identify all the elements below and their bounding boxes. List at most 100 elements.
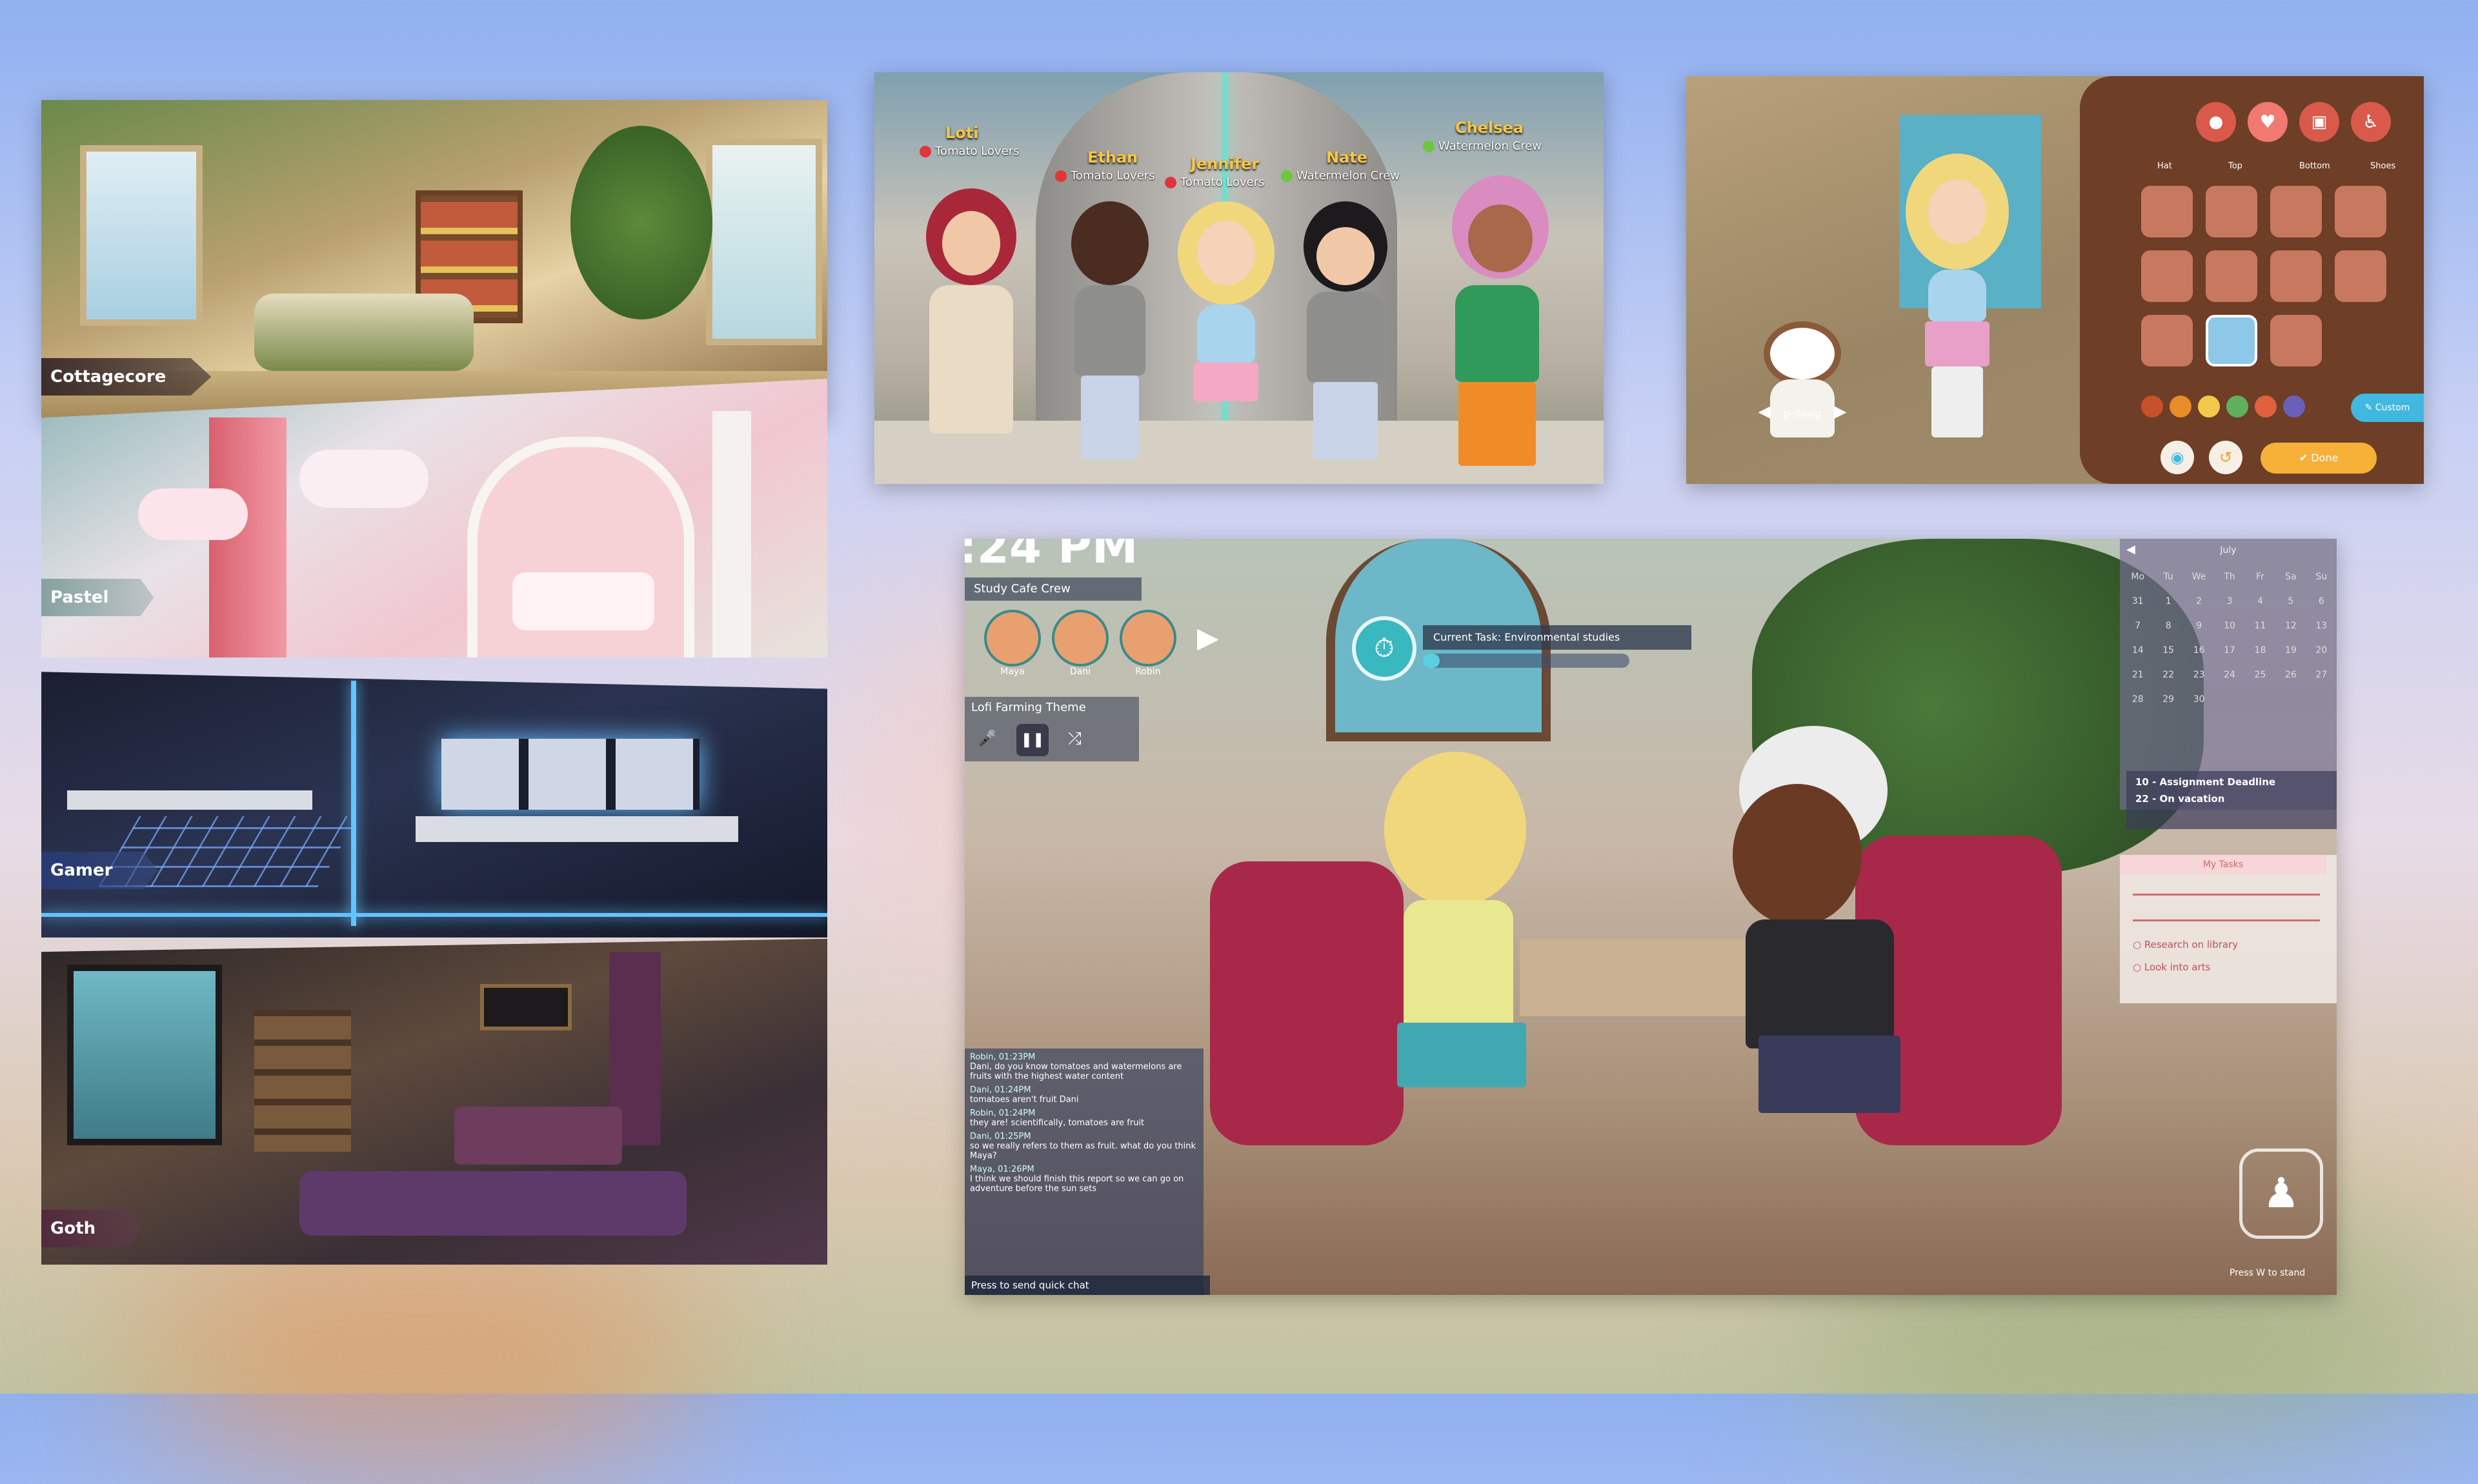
- color-swatch[interactable]: [2283, 396, 2305, 417]
- reset-button[interactable]: ↺: [2209, 441, 2242, 474]
- chat-panel: Robin, 01:23PM Dani, do you know tomatoes…: [965, 1048, 1204, 1295]
- hat-icon[interactable]: ●: [2196, 102, 2236, 142]
- task-item[interactable]: ○ Research on library: [2133, 939, 2238, 950]
- crew-avatar[interactable]: [1052, 610, 1109, 667]
- crew-avatar[interactable]: [1120, 610, 1176, 667]
- custom-button[interactable]: ✎ Custom: [2351, 394, 2424, 422]
- chat-hint: to send quick chat: [1000, 1279, 1089, 1291]
- stand-icon[interactable]: ♟: [2239, 1148, 2323, 1239]
- calendar-week: 31 1 2 3 4 5 6: [2131, 596, 2324, 607]
- next-pet-button[interactable]: ▶: [1834, 402, 1847, 421]
- calendar-weekdays: Mo Tu We Th Fr Sa Su: [2131, 572, 2328, 582]
- member-team: Tomato Lovers: [920, 145, 1020, 158]
- color-swatch[interactable]: [2198, 396, 2220, 417]
- clothing-item[interactable]: [2335, 186, 2386, 237]
- clothing-item[interactable]: [2141, 250, 2193, 302]
- task-timer: ⏱ Current Task: Environmental studies: [1352, 616, 1691, 687]
- chat-key: Press: [971, 1279, 997, 1291]
- tab-shoes[interactable]: Shoes: [2370, 161, 2395, 171]
- crew-avatar-name: Robin: [1135, 667, 1161, 677]
- avatar-chelsea[interactable]: [1436, 175, 1558, 472]
- moon-art: [480, 984, 572, 1030]
- pet-name: p-dawg: [1783, 407, 1822, 419]
- cloud-lamp: [299, 450, 428, 508]
- member-name: Loti: [945, 124, 979, 142]
- plant: [570, 126, 712, 319]
- color-swatch[interactable]: [2255, 396, 2277, 417]
- member-team: Watermelon Crew: [1423, 139, 1542, 153]
- pause-button[interactable]: ❚❚: [1016, 724, 1049, 756]
- avatar-loti[interactable]: [913, 182, 1029, 466]
- room-goth[interactable]: Goth: [41, 939, 827, 1265]
- team-dot: [920, 146, 931, 157]
- room-label: Gamer: [41, 852, 158, 889]
- accessibility-icon[interactable]: ♿: [2351, 102, 2391, 142]
- clothing-item[interactable]: [2335, 250, 2386, 302]
- desk: [416, 816, 738, 842]
- room-pastel[interactable]: Pastel: [41, 379, 827, 657]
- chat-message: Robin, 01:24PM they are! scientifically, …: [970, 1108, 1198, 1128]
- avatar-robin[interactable]: [1720, 726, 1933, 1126]
- prev-pet-button[interactable]: ◀: [1758, 402, 1771, 421]
- color-swatch[interactable]: [2141, 396, 2163, 417]
- tasks-title: My Tasks: [2120, 855, 2326, 874]
- music-title: Lofi Farming Theme: [971, 701, 1086, 714]
- avatar-preview[interactable]: [1893, 154, 2022, 450]
- randomize-button[interactable]: ◉: [2161, 441, 2194, 474]
- chat-text: I think we should finish this report so …: [970, 1174, 1184, 1194]
- room-cottagecore[interactable]: Cottagecore: [41, 100, 827, 419]
- timer-icon[interactable]: ⏱: [1352, 616, 1416, 681]
- done-button[interactable]: ✔ Done: [2261, 443, 2377, 474]
- mic-icon[interactable]: 🎤: [978, 729, 997, 747]
- clothing-item[interactable]: [2270, 186, 2322, 237]
- tasks-panel: My Tasks ○ Research on library ○ Look in…: [2120, 855, 2337, 1003]
- category-icons: ● ♥ ▣ ♿: [2196, 102, 2415, 147]
- team-dot: [1165, 177, 1176, 188]
- calendar-month: July: [2220, 545, 2237, 556]
- member-name: Jennifer: [1191, 155, 1260, 173]
- tab-top[interactable]: Top: [2228, 161, 2242, 171]
- crew-avatar[interactable]: [984, 610, 1041, 667]
- clothing-item[interactable]: [2141, 186, 2193, 237]
- clothing-item[interactable]: [2141, 315, 2193, 366]
- completed-task: [2133, 894, 2320, 896]
- calendar-event[interactable]: 22 - On vacation: [2135, 793, 2328, 805]
- clothing-item-selected[interactable]: [2206, 315, 2257, 366]
- clothing-item[interactable]: [2270, 315, 2322, 366]
- avatar-nate[interactable]: [1294, 201, 1397, 472]
- pillar: [712, 411, 751, 657]
- task-item[interactable]: ○ Look into arts: [2133, 961, 2210, 973]
- tab-bottom[interactable]: Bottom: [2299, 161, 2330, 171]
- clothing-item[interactable]: [2206, 186, 2257, 237]
- room-gamer[interactable]: Gamer: [41, 672, 827, 938]
- color-swatch[interactable]: [2226, 396, 2248, 417]
- clock: :24 PM: [965, 539, 1138, 574]
- rug: [299, 1171, 687, 1236]
- heart-icon[interactable]: ♥: [2248, 102, 2288, 142]
- clothing-item-empty[interactable]: [2335, 315, 2386, 366]
- clothing-item[interactable]: [2206, 250, 2257, 302]
- chat-input-hint[interactable]: Press to send quick chat: [965, 1276, 1210, 1295]
- bag-icon[interactable]: ▣: [2299, 102, 2339, 142]
- clothing-item[interactable]: [2270, 250, 2322, 302]
- tab-hat[interactable]: Hat: [2157, 161, 2172, 171]
- music-player: Lofi Farming Theme 🎤 ❚❚ ⤮: [965, 697, 1139, 761]
- avatar-jennifer[interactable]: [1171, 201, 1281, 472]
- next-arrow-icon[interactable]: ▶: [1197, 621, 1219, 654]
- team-dot: [1055, 170, 1067, 182]
- chat-time: Dani, 01:24PM: [970, 1085, 1031, 1095]
- member-name: Chelsea: [1455, 119, 1524, 137]
- color-swatch[interactable]: [2170, 396, 2191, 417]
- avatar-ethan[interactable]: [1062, 201, 1158, 472]
- chat-time: Robin, 01:23PM: [970, 1052, 1036, 1062]
- avatar-maya[interactable]: [1358, 752, 1552, 1113]
- calendar-event[interactable]: 10 - Assignment Deadline: [2135, 776, 2328, 788]
- desk: [67, 790, 312, 810]
- chat-text: tomatoes aren't fruit Dani: [970, 1095, 1079, 1105]
- chat-message: Maya, 01:26PM I think we should finish th…: [970, 1165, 1198, 1194]
- chat-text: so we really refers to them as fruit. wh…: [970, 1141, 1196, 1161]
- crew-label: Study Cafe Crew: [965, 577, 1142, 601]
- shuffle-icon[interactable]: ⤮: [1068, 729, 1082, 749]
- chat-time: Robin, 01:24PM: [970, 1108, 1036, 1118]
- neon-strip: [351, 681, 356, 926]
